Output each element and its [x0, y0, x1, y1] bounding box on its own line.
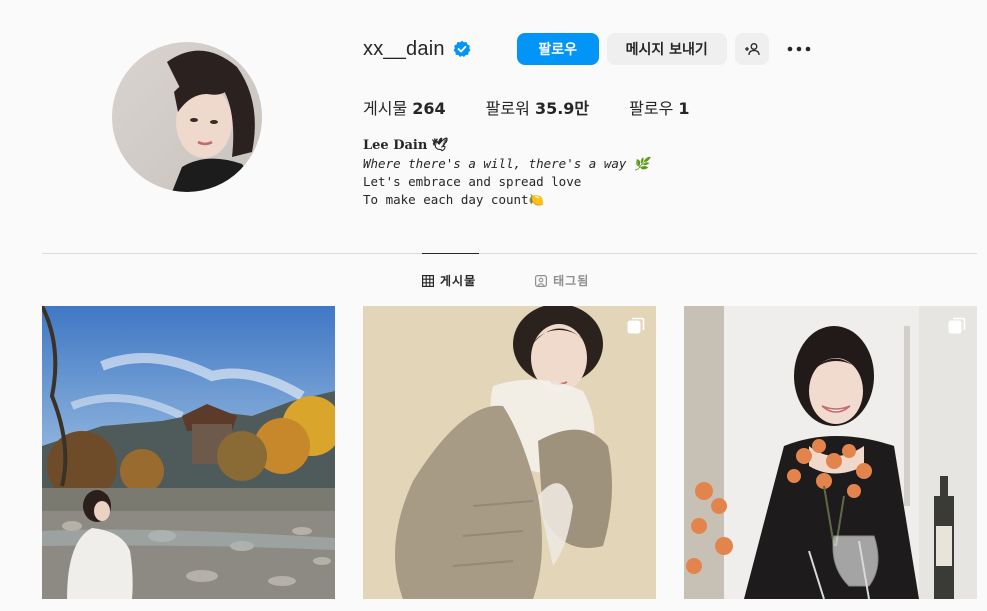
person-add-icon — [744, 43, 760, 56]
tagged-icon — [535, 274, 548, 287]
post-thumbnail[interactable] — [42, 306, 335, 599]
following-link[interactable]: 팔로우 1 — [629, 95, 689, 119]
follow-button[interactable]: 팔로우 — [516, 33, 599, 65]
followers-link[interactable]: 팔로워 35.9만 — [486, 95, 589, 119]
tab-tagged[interactable]: 태그됨 — [535, 272, 589, 289]
carousel-icon — [627, 317, 645, 334]
posts-count: 게시물 264 — [363, 99, 446, 118]
profile-avatar[interactable] — [112, 42, 262, 192]
post-thumbnail[interactable] — [684, 306, 977, 599]
bio-line: To make each day count🍋 — [363, 192, 545, 207]
username: xx__dain — [363, 37, 445, 60]
posts-grid — [42, 306, 977, 599]
bio: Lee Dain 🕊 Where there's a will, there's… — [363, 137, 650, 209]
active-tab-indicator — [422, 253, 479, 254]
tab-posts[interactable]: 게시물 — [422, 272, 476, 289]
profile-stats: 게시물 264 팔로워 35.9만 팔로우 1 — [363, 95, 730, 119]
message-button[interactable]: 메시지 보내기 — [606, 33, 727, 65]
carousel-icon — [948, 317, 966, 334]
grid-icon — [422, 274, 434, 287]
more-options-icon[interactable] — [787, 37, 811, 61]
bio-name: Lee Dain 🕊 — [363, 138, 449, 153]
divider — [42, 253, 977, 254]
bio-line: Where there's a will, there's a way 🌿 — [363, 156, 650, 171]
profile-tabs: 게시물 태그됨 — [422, 272, 589, 289]
post-thumbnail[interactable] — [363, 306, 656, 599]
verified-badge-icon — [453, 40, 471, 58]
suggest-people-button[interactable] — [734, 33, 769, 65]
bio-line: Let's embrace and spread love — [363, 174, 582, 189]
